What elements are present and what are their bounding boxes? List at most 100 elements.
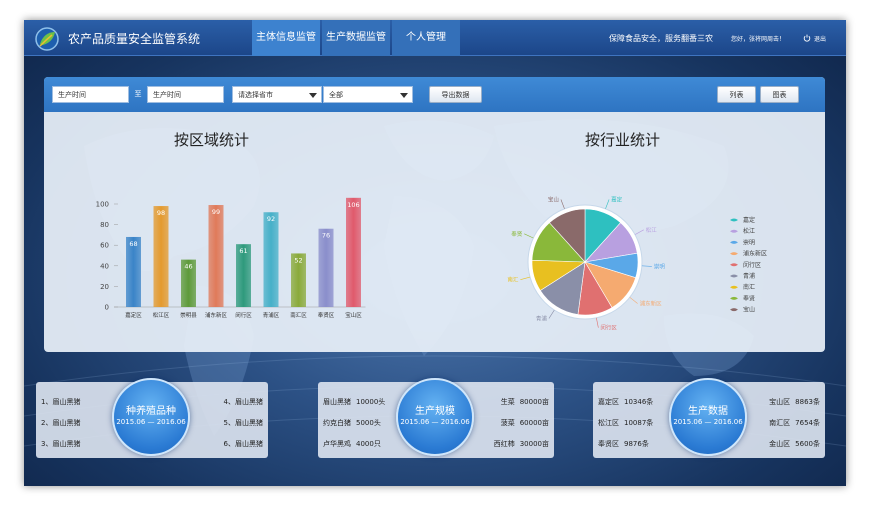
list-item: 奉贤区 9876条 xyxy=(598,439,649,449)
scale-card-title: 生产规模 xyxy=(415,406,455,417)
bar-宝山区 xyxy=(346,197,361,307)
bar-浦东新区 xyxy=(208,205,224,307)
bar-松江区 xyxy=(153,206,169,307)
y-tick-label: 100 xyxy=(96,201,109,209)
pie-leader-line xyxy=(524,233,534,239)
x-tick-label: 奉贤区 xyxy=(318,311,335,319)
province-select[interactable]: 请选择省市 xyxy=(232,86,322,103)
legend-swatch xyxy=(730,296,738,300)
list-item: 宝山区 8863条 xyxy=(769,397,820,407)
list-item: 卢华黑鸡 4000只 xyxy=(323,439,381,449)
item-name: 松江区 xyxy=(598,419,619,427)
export-data-button[interactable]: 导出数据 xyxy=(429,86,482,103)
item-name: 南汇区 xyxy=(769,419,791,427)
production-data-summary-circle: 生产数据 2015.06 — 2016.06 xyxy=(669,378,747,456)
chevron-down-icon xyxy=(400,93,408,98)
production-data-card-date-range: 2015.06 — 2016.06 xyxy=(673,418,743,426)
item-value: 5000头 xyxy=(356,419,381,427)
legend-entry: 南汇 xyxy=(743,283,755,291)
app-title: 农产品质量安全监管系统 xyxy=(68,32,201,46)
list-item: 4、眉山黑猪 xyxy=(223,398,263,406)
pie-leader-line xyxy=(548,309,555,319)
list-item: 约克白猪 5000头 xyxy=(323,418,381,428)
y-tick-label: 20 xyxy=(100,283,109,291)
legend-swatch xyxy=(730,285,738,289)
item-value: 7654条 xyxy=(795,419,820,427)
list-item: 生菜 80000亩 xyxy=(501,397,549,407)
production-data-card: 嘉定区 10346条松江区 10087条奉贤区 9876条 宝山区 8863条 南汇区 765… xyxy=(593,378,825,458)
legend-entry: 奉贤 xyxy=(743,294,755,302)
list-item: 6、眉山黑猪 xyxy=(223,440,263,448)
bar-青浦区 xyxy=(263,212,279,307)
scale-card-date-range: 2015.06 — 2016.06 xyxy=(400,418,470,426)
x-tick-label: 宝山区 xyxy=(345,311,362,319)
legend-entry: 崇明 xyxy=(743,239,755,246)
item-value: 4000只 xyxy=(356,440,381,448)
pie-leader-line xyxy=(605,199,610,209)
bar-data-label: 52 xyxy=(294,256,302,264)
item-value: 8863条 xyxy=(795,398,820,406)
bar-data-label: 106 xyxy=(347,201,359,209)
item-name: 卢华黑鸡 xyxy=(323,440,351,448)
list-item: 5、眉山黑猪 xyxy=(223,419,263,427)
item-value: 10087条 xyxy=(624,419,654,427)
item-value: 10000头 xyxy=(356,398,386,406)
category-select-value: 全部 xyxy=(329,91,343,99)
bar-data-label: 68 xyxy=(129,240,137,248)
list-item: 1、眉山黑猪 xyxy=(41,398,81,406)
item-name: 嘉定区 xyxy=(598,398,619,406)
legend-swatch xyxy=(730,240,738,244)
x-tick-label: 青浦区 xyxy=(263,311,280,319)
chart-view-button[interactable]: 图表 xyxy=(760,86,799,103)
list-item: 嘉定区 10346条 xyxy=(598,397,653,407)
x-tick-label: 崇明县 xyxy=(180,312,197,319)
x-tick-label: 闵行区 xyxy=(235,311,252,319)
pie-leader-line xyxy=(641,265,652,267)
item-name: 生菜 xyxy=(500,398,515,406)
nav-tab-personal-management[interactable]: 个人管理 xyxy=(392,20,460,56)
production-date-start-input[interactable]: 生产时间 xyxy=(52,86,129,103)
user-greeting: 您好，张将网周击！ xyxy=(731,36,786,43)
filter-toolbar: 生产时间 至 生产时间 请选择省市 全部 导出数据 列表 图表 xyxy=(44,77,825,112)
legend-swatch xyxy=(730,308,738,312)
nav-tab-production-monitoring[interactable]: 生产数据监管 xyxy=(322,20,390,56)
list-item: 松江区 10087条 xyxy=(598,418,653,428)
category-select[interactable]: 全部 xyxy=(323,86,413,103)
nav-tab-entity-monitoring[interactable]: 主体信息监管 xyxy=(252,20,320,56)
legend-swatch xyxy=(730,229,738,233)
y-tick-label: 40 xyxy=(100,262,109,270)
legend-entry: 松江 xyxy=(743,227,755,235)
region-bar-chart: 0 20 40 60 80 100 68 嘉定区 98 松江区 46 崇明县 99 浦东新区 61 闵行区 92… xyxy=(96,197,366,319)
list-view-button[interactable]: 列表 xyxy=(717,86,756,103)
item-value: 10346条 xyxy=(624,398,654,406)
x-tick-label: 松江区 xyxy=(153,311,170,319)
power-icon[interactable] xyxy=(803,34,811,42)
industry-pie-chart: 嘉定松江崇明浦东新区闵行区青浦南汇奉贤宝山嘉定松江崇明浦东新区闵行区青浦南汇奉贤… xyxy=(507,195,767,331)
bar-data-label: 99 xyxy=(212,208,220,216)
date-range-separator: 至 xyxy=(134,90,142,98)
province-select-value: 请选择省市 xyxy=(238,91,273,99)
legend-swatch xyxy=(730,263,738,267)
scale-card: 眉山黑猪 10000头 约克白猪 5000头 卢华黑鸡 4000只 生菜 80000亩 菠菜 60… xyxy=(318,378,554,458)
production-data-card-title: 生产数据 xyxy=(688,406,728,417)
variety-card-date-range: 2015.06 — 2016.06 xyxy=(116,418,186,426)
pie-leader-line xyxy=(629,297,638,304)
pie-label: 松江 xyxy=(646,226,658,234)
item-value: 9876条 xyxy=(624,440,649,448)
item-value: 30000亩 xyxy=(519,440,549,448)
x-tick-label: 南汇区 xyxy=(290,311,307,319)
item-name: 约克白猪 xyxy=(323,419,351,427)
bar-data-label: 92 xyxy=(267,215,275,223)
pie-leader-line xyxy=(596,317,599,328)
production-date-end-input[interactable]: 生产时间 xyxy=(147,86,224,103)
pie-leader-line xyxy=(560,199,565,209)
logout-link[interactable]: 退出 xyxy=(814,34,826,43)
scale-summary-circle: 生产规模 2015.06 — 2016.06 xyxy=(396,378,474,456)
bar-data-label: 46 xyxy=(184,263,192,271)
legend-entry: 闵行区 xyxy=(743,261,761,269)
list-item: 3、眉山黑猪 xyxy=(41,440,81,448)
pie-label: 浦东新区 xyxy=(640,300,663,308)
x-tick-label: 嘉定区 xyxy=(125,311,142,319)
pie-label: 嘉定 xyxy=(611,195,623,203)
list-item: 菠菜 60000亩 xyxy=(501,418,549,428)
